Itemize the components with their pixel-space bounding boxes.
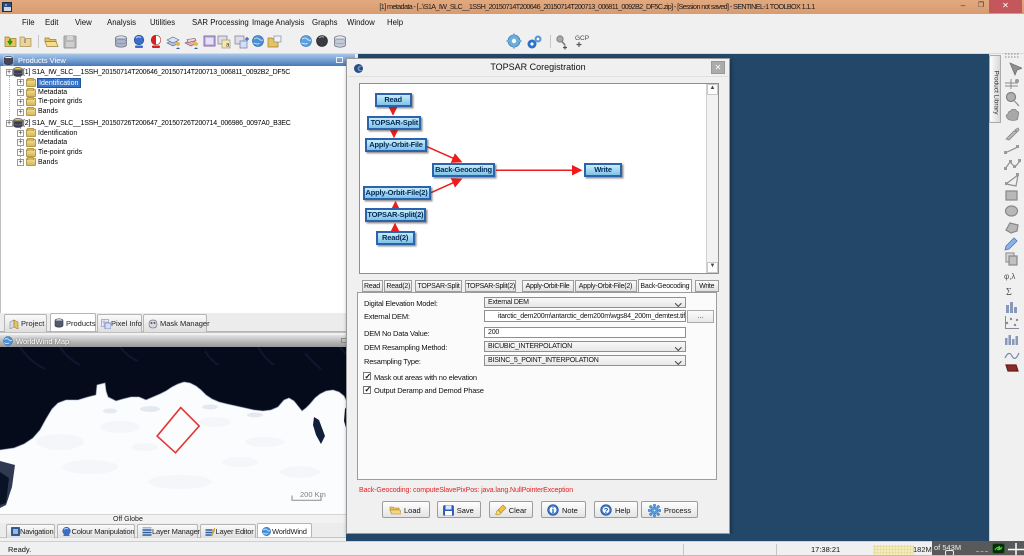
svg-text:GCP: GCP <box>575 35 589 42</box>
svg-text:200 Km: 200 Km <box>300 490 326 499</box>
svg-text:φ,λ: φ,λ <box>1004 272 1015 281</box>
svg-text:Σ: Σ <box>1006 287 1012 298</box>
svg-text:?: ? <box>604 506 609 515</box>
